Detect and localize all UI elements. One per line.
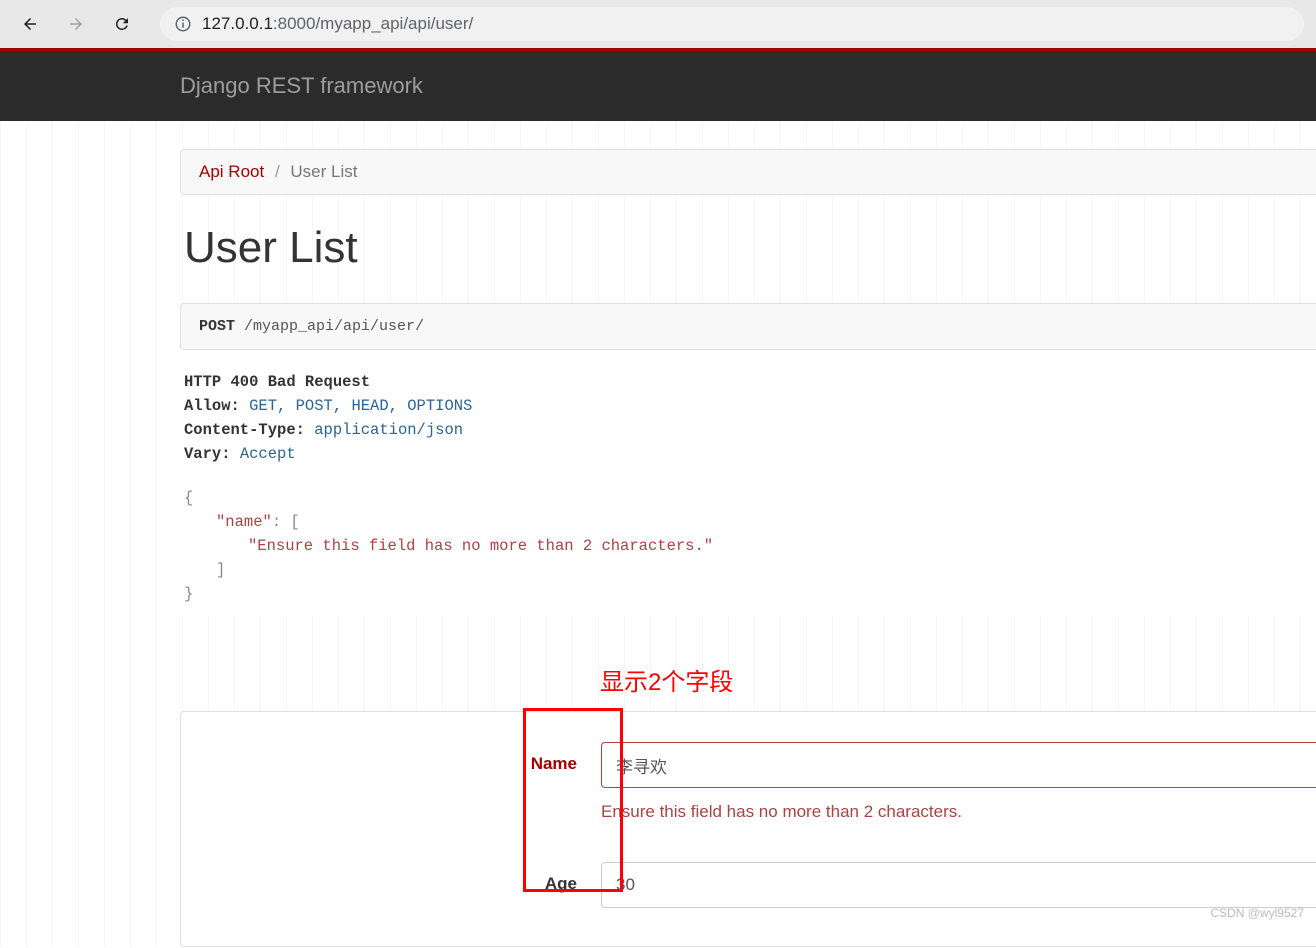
form-row-name: Name Ensure this field has no more than … bbox=[181, 734, 1316, 854]
url-text: 127.0.0.1:8000/myapp_api/api/user/ bbox=[202, 14, 473, 34]
header-value: GET, POST, HEAD, OPTIONS bbox=[249, 397, 472, 415]
arrow-left-icon bbox=[21, 15, 39, 33]
brand-link[interactable]: Django REST framework bbox=[180, 73, 423, 99]
age-label: Age bbox=[181, 862, 601, 894]
form-row-age: Age bbox=[181, 854, 1316, 916]
browser-toolbar: 127.0.0.1:8000/myapp_api/api/user/ bbox=[0, 0, 1316, 48]
info-icon bbox=[174, 15, 192, 33]
arrow-right-icon bbox=[67, 15, 85, 33]
header-key: Vary: bbox=[184, 445, 231, 463]
breadcrumb: Api Root / User List bbox=[180, 149, 1316, 195]
age-input[interactable] bbox=[601, 862, 1316, 908]
json-open: { bbox=[184, 486, 1312, 510]
breadcrumb-separator: / bbox=[275, 162, 280, 181]
json-key: "name" bbox=[216, 513, 272, 531]
header-value: application/json bbox=[314, 421, 463, 439]
watermark: CSDN @wyl9527 bbox=[1210, 906, 1304, 920]
page-title: User List bbox=[184, 223, 1316, 273]
address-bar[interactable]: 127.0.0.1:8000/myapp_api/api/user/ bbox=[160, 7, 1304, 41]
request-method: POST bbox=[199, 318, 235, 335]
forward-button bbox=[58, 6, 94, 42]
name-input[interactable] bbox=[601, 742, 1316, 788]
breadcrumb-root-link[interactable]: Api Root bbox=[199, 162, 264, 181]
back-button[interactable] bbox=[12, 6, 48, 42]
request-info: POST /myapp_api/api/user/ bbox=[180, 303, 1316, 350]
json-close: } bbox=[184, 582, 1312, 606]
header-key: Content-Type: bbox=[184, 421, 305, 439]
json-string: "Ensure this field has no more than 2 ch… bbox=[248, 537, 713, 555]
form-panel: Name Ensure this field has no more than … bbox=[180, 711, 1316, 947]
response-status: HTTP 400 Bad Request bbox=[184, 370, 1312, 394]
breadcrumb-current: User List bbox=[290, 162, 357, 181]
name-error: Ensure this field has no more than 2 cha… bbox=[601, 802, 1316, 822]
json-close-bracket: ] bbox=[184, 558, 1312, 582]
response-body: HTTP 400 Bad Request Allow: GET, POST, H… bbox=[180, 350, 1316, 616]
annotation-text: 显示2个字段 bbox=[600, 662, 1316, 697]
header-value: Accept bbox=[240, 445, 296, 463]
name-label: Name bbox=[181, 742, 601, 774]
request-path: /myapp_api/api/user/ bbox=[244, 318, 424, 335]
header-key: Allow: bbox=[184, 397, 240, 415]
top-nav: Django REST framework bbox=[0, 51, 1316, 121]
reload-button[interactable] bbox=[104, 6, 140, 42]
reload-icon bbox=[113, 15, 131, 33]
